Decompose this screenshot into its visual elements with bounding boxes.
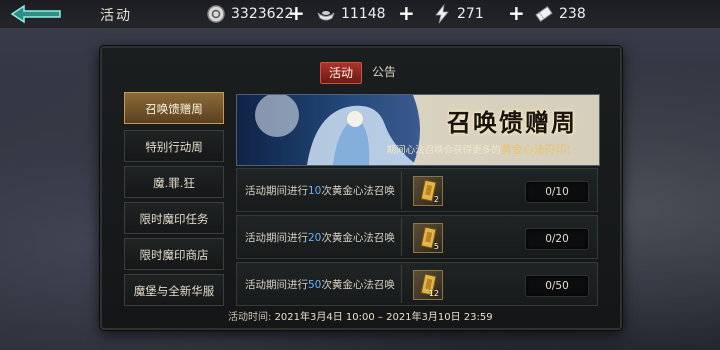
reward-item[interactable]: 5 xyxy=(413,223,443,253)
stamina-icon xyxy=(432,4,452,24)
coin-resource: 3323622 xyxy=(206,2,293,26)
progress-counter: 0/50 xyxy=(525,275,589,297)
sidebar-item-seal-shop[interactable]: 限时魔印商店 xyxy=(124,238,224,270)
banner-subtitle-prefix: 期间心法召唤会获得更多的 xyxy=(386,145,501,156)
task-description: 活动期间进行20次黄金心法召唤 xyxy=(245,230,395,245)
sidebar-item-special-week[interactable]: 特别行动周 xyxy=(124,130,224,162)
add-ingot-button[interactable]: + xyxy=(398,2,415,24)
reward-count: 12 xyxy=(428,289,439,298)
task-description: 活动期间进行50次黄金心法召唤 xyxy=(245,277,395,292)
stamina-value: 271 xyxy=(457,6,484,22)
task-number: 50 xyxy=(308,279,322,291)
event-time: 活动时间: 2021年3月4日 10:00 – 2021年3月10日 23:59 xyxy=(228,308,493,323)
ingot-icon xyxy=(316,4,336,24)
event-time-label: 活动时间: xyxy=(228,312,272,323)
task-prefix: 活动期间进行 xyxy=(245,185,308,197)
ticket-icon xyxy=(534,4,554,24)
reward-count: 5 xyxy=(433,242,439,251)
add-stamina-button[interactable]: + xyxy=(508,2,525,24)
task-suffix: 次黄金心法召唤 xyxy=(321,232,395,244)
banner-subtitle: 期间心法召唤会获得更多的黄金心法符印! xyxy=(387,141,571,157)
reward-count: 2 xyxy=(433,195,439,204)
tab-activity[interactable]: 活动 xyxy=(320,62,362,84)
page-title: 活动 xyxy=(100,8,132,24)
add-coin-button[interactable]: + xyxy=(288,2,305,24)
progress-counter: 0/20 xyxy=(525,228,589,250)
banner-subtitle-highlight: 黄金心法符印! xyxy=(500,143,571,156)
row-divider xyxy=(401,171,402,209)
row-divider xyxy=(401,265,402,303)
banner-title: 召唤馈赠周 xyxy=(447,108,577,137)
task-prefix: 活动期间进行 xyxy=(245,232,308,244)
sidebar-item-castle-outfit[interactable]: 魔堡与全新华服 xyxy=(124,274,224,306)
reward-item[interactable]: 12 xyxy=(413,270,443,300)
event-time-value: 2021年3月4日 10:00 – 2021年3月10日 23:59 xyxy=(274,312,493,323)
stamina-resource: 271 xyxy=(432,2,484,26)
progress-counter: 0/10 xyxy=(525,181,589,203)
ingot-resource: 11148 xyxy=(316,2,386,26)
ticket-resource: 238 xyxy=(534,2,586,26)
activity-panel: 活动 公告 召唤馈赠周 特别行动周 魔.罪.狂 限时魔印任务 限时魔印商店 魔堡… xyxy=(100,46,622,330)
tab-announcement[interactable]: 公告 xyxy=(364,62,404,82)
task-row: 活动期间进行20次黄金心法召唤 5 0/20 xyxy=(236,215,598,259)
task-suffix: 次黄金心法召唤 xyxy=(321,185,395,197)
coin-icon xyxy=(206,4,226,24)
task-number: 20 xyxy=(308,232,322,244)
task-prefix: 活动期间进行 xyxy=(245,279,308,291)
ticket-value: 238 xyxy=(559,6,586,22)
task-row: 活动期间进行10次黄金心法召唤 2 0/10 xyxy=(236,168,598,212)
top-bar: 活动 3323622 + 11148 + 271 + 238 xyxy=(0,0,720,29)
event-banner: 召唤馈赠周 期间心法召唤会获得更多的黄金心法符印! xyxy=(236,94,600,166)
ingot-value: 11148 xyxy=(341,6,386,22)
sidebar-item-demon-sin[interactable]: 魔.罪.狂 xyxy=(124,166,224,198)
task-row: 活动期间进行50次黄金心法召唤 12 0/50 xyxy=(236,262,598,306)
reward-item[interactable]: 2 xyxy=(413,176,443,206)
task-number: 10 xyxy=(308,185,322,197)
task-description: 活动期间进行10次黄金心法召唤 xyxy=(245,183,395,198)
row-divider xyxy=(401,218,402,256)
back-arrow-icon[interactable] xyxy=(10,3,66,25)
coin-value: 3323622 xyxy=(231,6,294,22)
sidebar-item-seal-tasks[interactable]: 限时魔印任务 xyxy=(124,202,224,234)
sidebar-item-summon-week[interactable]: 召唤馈赠周 xyxy=(124,92,224,124)
task-suffix: 次黄金心法召唤 xyxy=(321,279,395,291)
